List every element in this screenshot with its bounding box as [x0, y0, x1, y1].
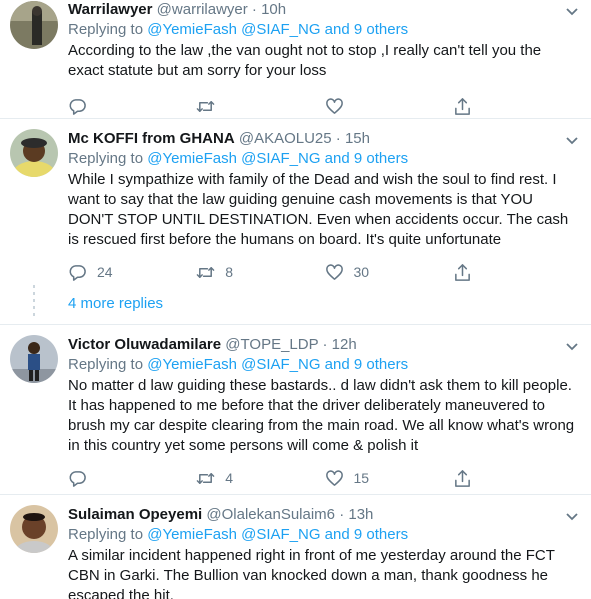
retweet-count: 4: [225, 470, 234, 486]
replying-prefix: Replying to: [68, 21, 148, 38]
tweet-mc-koffi[interactable]: Mc KOFFI from GHANA @AKAOLU25 · 15h Repl…: [0, 119, 591, 285]
reply-button[interactable]: [68, 469, 196, 488]
replying-prefix: Replying to: [68, 356, 148, 373]
reply-icon: [69, 264, 86, 281]
replying-to: Replying to @YemieFash @SIAF_NG and 9 ot…: [68, 20, 581, 40]
avatar[interactable]: [10, 335, 58, 383]
share-icon: [454, 263, 470, 281]
tweet-time[interactable]: · 12h: [323, 336, 357, 353]
tweet-time[interactable]: · 15h: [336, 130, 370, 147]
reply-button[interactable]: 24: [68, 263, 196, 282]
chevron-down-icon[interactable]: [565, 509, 579, 523]
reply-count: 24: [97, 264, 113, 280]
like-button[interactable]: [325, 97, 453, 116]
author-handle[interactable]: @TOPE_LDP: [225, 336, 318, 353]
replying-to: Replying to @YemieFash @SIAF_NG and 9 ot…: [68, 355, 581, 375]
more-replies-row[interactable]: 4 more replies: [0, 285, 591, 325]
like-button[interactable]: 15: [325, 469, 453, 488]
avatar[interactable]: [10, 1, 58, 49]
retweet-button[interactable]: 4: [196, 469, 324, 488]
thread-dots: [33, 285, 35, 325]
share-icon: [454, 97, 470, 115]
retweet-icon: [196, 100, 215, 112]
author-name[interactable]: Mc KOFFI from GHANA: [68, 130, 235, 147]
replying-to-link[interactable]: @YemieFash @SIAF_NG and 9 others: [147, 150, 408, 167]
retweet-count: 8: [225, 264, 234, 280]
author-name[interactable]: Warrilawyer: [68, 1, 153, 18]
replying-prefix: Replying to: [68, 526, 148, 543]
chevron-down-icon[interactable]: [565, 339, 579, 353]
replying-to-link[interactable]: @YemieFash @SIAF_NG and 9 others: [147, 356, 408, 373]
heart-icon: [325, 469, 343, 486]
reply-icon: [69, 98, 86, 115]
tweet-sulaiman[interactable]: Sulaiman Opeyemi @OlalekanSulaim6 · 13h …: [0, 495, 591, 599]
tweet-warrilawyer[interactable]: Warrilawyer @warrilawyer · 10h Replying …: [0, 0, 591, 119]
author-name[interactable]: Victor Oluwadamilare: [68, 336, 221, 353]
tweet-actions: 4 15: [68, 460, 581, 496]
replying-to-link[interactable]: @YemieFash @SIAF_NG and 9 others: [147, 526, 408, 543]
retweet-icon: [196, 472, 215, 484]
tweet-text: According to the law ,the van ought not …: [68, 42, 542, 79]
chevron-down-icon[interactable]: [565, 133, 579, 147]
share-icon: [454, 469, 470, 487]
avatar[interactable]: [10, 129, 58, 177]
retweet-icon: [196, 266, 215, 278]
replying-to: Replying to @YemieFash @SIAF_NG and 9 ot…: [68, 149, 581, 169]
author-handle[interactable]: @AKAOLU25: [239, 130, 332, 147]
tweet-victor[interactable]: Victor Oluwadamilare @TOPE_LDP · 12h Rep…: [0, 325, 591, 495]
heart-icon: [325, 97, 343, 114]
more-replies-link[interactable]: 4 more replies: [68, 295, 163, 312]
avatar[interactable]: [10, 505, 58, 553]
replying-prefix: Replying to: [68, 150, 148, 167]
share-button[interactable]: [453, 263, 581, 282]
tweet-text: No matter d law guiding these bastards..…: [68, 377, 575, 454]
reply-feed: Warrilawyer @warrilawyer · 10h Replying …: [0, 0, 591, 599]
replying-to-link[interactable]: @YemieFash @SIAF_NG and 9 others: [147, 21, 408, 38]
retweet-button[interactable]: 8: [196, 263, 324, 282]
like-count: 15: [353, 470, 370, 486]
retweet-button[interactable]: [196, 97, 324, 116]
reply-button[interactable]: [68, 97, 196, 116]
heart-icon: [325, 263, 343, 280]
author-handle[interactable]: @warrilawyer: [157, 1, 248, 18]
like-count: 30: [353, 264, 370, 280]
tweet-time[interactable]: · 10h: [252, 1, 286, 18]
tweet-text: A similar incident happened right in fro…: [68, 547, 555, 599]
author-name[interactable]: Sulaiman Opeyemi: [68, 506, 202, 523]
tweet-time[interactable]: · 13h: [339, 506, 373, 523]
chevron-down-icon[interactable]: [565, 4, 579, 18]
author-handle[interactable]: @OlalekanSulaim6: [206, 506, 335, 523]
replying-to: Replying to @YemieFash @SIAF_NG and 9 ot…: [68, 525, 581, 545]
like-button[interactable]: 30: [325, 263, 453, 282]
tweet-text: While I sympathize with family of the De…: [68, 171, 569, 248]
reply-icon: [69, 470, 86, 487]
share-button[interactable]: [453, 97, 581, 116]
share-button[interactable]: [453, 469, 581, 488]
